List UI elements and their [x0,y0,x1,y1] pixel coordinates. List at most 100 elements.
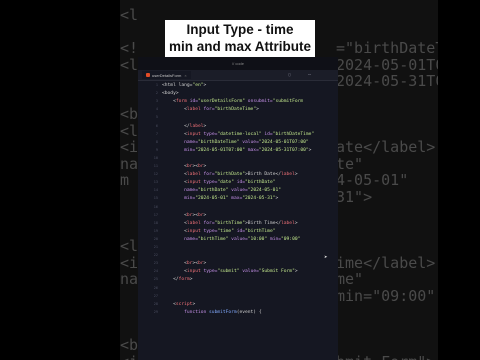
code-token: "birthDate" [214,172,246,178]
code-token: onsubmit= [245,99,273,105]
editor-titlebar: // code [138,57,338,70]
code-token: < [162,269,187,275]
video-caption: Input Type - time min and max Attribute [165,20,315,57]
code-token: input [186,180,201,186]
code-token: min= [162,196,196,202]
code-token: label [189,123,204,129]
code-token: "2024-05-01" [247,188,281,194]
line-number: 21 [153,245,158,249]
close-icon[interactable]: × [184,73,186,78]
code-token: "birthDateTime" [272,131,315,137]
line-number: 8 [155,139,158,144]
line-number: 19 [153,228,158,233]
code-token: for= [200,172,215,178]
code-token: value= [239,139,259,145]
code-line: <br><br> [162,213,206,218]
code-token: >Birth Date</ [245,172,281,178]
code-token: "birthTime" [214,220,246,226]
code-token: name= [162,139,198,145]
code-token: name= [162,188,198,194]
line-number: 22 [153,253,158,258]
code-token: < [162,107,187,113]
line-number: 15 [153,196,158,201]
code-token: "time" [217,228,234,234]
code-line: <script> [162,302,195,307]
code-token: "submit" [217,269,240,275]
code-line: name="birthTime" value="10:00" min="09:0… [162,237,300,242]
code-token: > [203,123,207,129]
line-number-gutter: 1 2 3 4 5 6 7 8 9 10 11 12 13 14 15 16 17 18 19 20 21 22 23 24 2… [138,81,160,360]
code-token: "2024-05-01T07:00" [258,139,309,145]
code-token: < [162,261,187,267]
background-code-line: <! [120,39,139,57]
code-token: "Submit Form" [258,269,295,275]
code-token: function [162,309,210,315]
code-token: >Birth Time</ [245,220,281,226]
line-number: 9 [155,147,158,152]
background-code-line: me" [336,270,364,288]
code-line: min="2024-05-01" max="2024-05-31"> [162,196,278,201]
code-token: "birthTime" [245,228,276,234]
editor-tab-bar: userDetailsForm × ▯ ⋯ [138,70,338,81]
code-token: > [203,164,207,169]
code-token: > [308,147,312,153]
line-number: 16 [153,204,158,209]
tab-user-details-form[interactable]: userDetailsForm × [142,71,191,79]
code-line: <input type="submit" value="Submit Form"… [162,269,298,274]
code-line: function submitForm(event) { [162,309,262,315]
code-line: <label for="birthDateTime"> [162,107,259,112]
code-token: value= [239,269,259,275]
code-line: <label for="birthTime">Birth Time</label… [162,221,298,226]
line-number: 10 [153,155,158,160]
line-number: 1 [155,83,158,87]
code-token: id= [233,228,246,234]
code-token: name= [162,236,198,242]
code-token: label [281,172,295,178]
line-number: 18 [153,220,158,225]
code-token: "birthDateTime" [197,139,240,145]
line-number: 25 [153,277,158,282]
code-token: id= [261,131,273,137]
line-number: 29 [153,309,158,314]
line-number: 27 [153,293,158,298]
code-token: id= [233,180,246,186]
code-token: input [186,228,201,234]
code-token: for= [200,220,215,226]
background-code-line: ime</label> [336,253,436,272]
code-token: > [294,172,298,178]
code-token: "submitForm [272,99,304,105]
code-token: <html lang= [162,83,193,88]
line-number: 5 [155,115,158,120]
code-token: "2024-05-31T07:00" [258,147,309,153]
split-editor-icon[interactable]: ▯ [288,72,291,78]
code-token: max= [228,196,243,202]
code-token: (event) { [236,309,262,315]
code-line: name="birthDateTime" value="2024-05-01T0… [162,140,309,145]
code-token: < [162,99,176,105]
background-code-line: <l [120,55,139,74]
code-token: for= [200,107,215,113]
code-line: <body> [162,91,179,96]
code-token: > [192,301,196,307]
line-number: 3 [155,99,158,104]
more-actions-icon[interactable]: ⋯ [308,72,311,78]
code-token: "2024-05-31" [242,196,276,202]
code-token: min= [267,236,281,242]
caption-line-2: min and max Attribute [168,39,311,54]
code-token: "birthDate" [197,188,229,194]
code-token: < [162,164,187,169]
code-token: < [162,228,187,234]
line-number: 28 [153,301,158,306]
line-number: 6 [155,123,158,128]
code-editor-window: // code userDetailsForm × ▯ ⋯ 1234567891… [138,57,338,360]
code-line: </label> [162,124,206,129]
caption-line-1: Input Type - time [186,22,294,37]
code-area[interactable]: <html lang="en"> <body> <form id="userDet… [162,81,338,360]
code-line: </form> [162,277,192,282]
code-token: "birthDateTime" [214,107,257,113]
code-token: "2024-05-01T07:00" [195,147,245,153]
code-token: script [175,301,193,307]
line-number: 26 [153,285,158,290]
code-line: min="2024-05-01T07:00" max="2024-05-31T0… [162,148,311,153]
